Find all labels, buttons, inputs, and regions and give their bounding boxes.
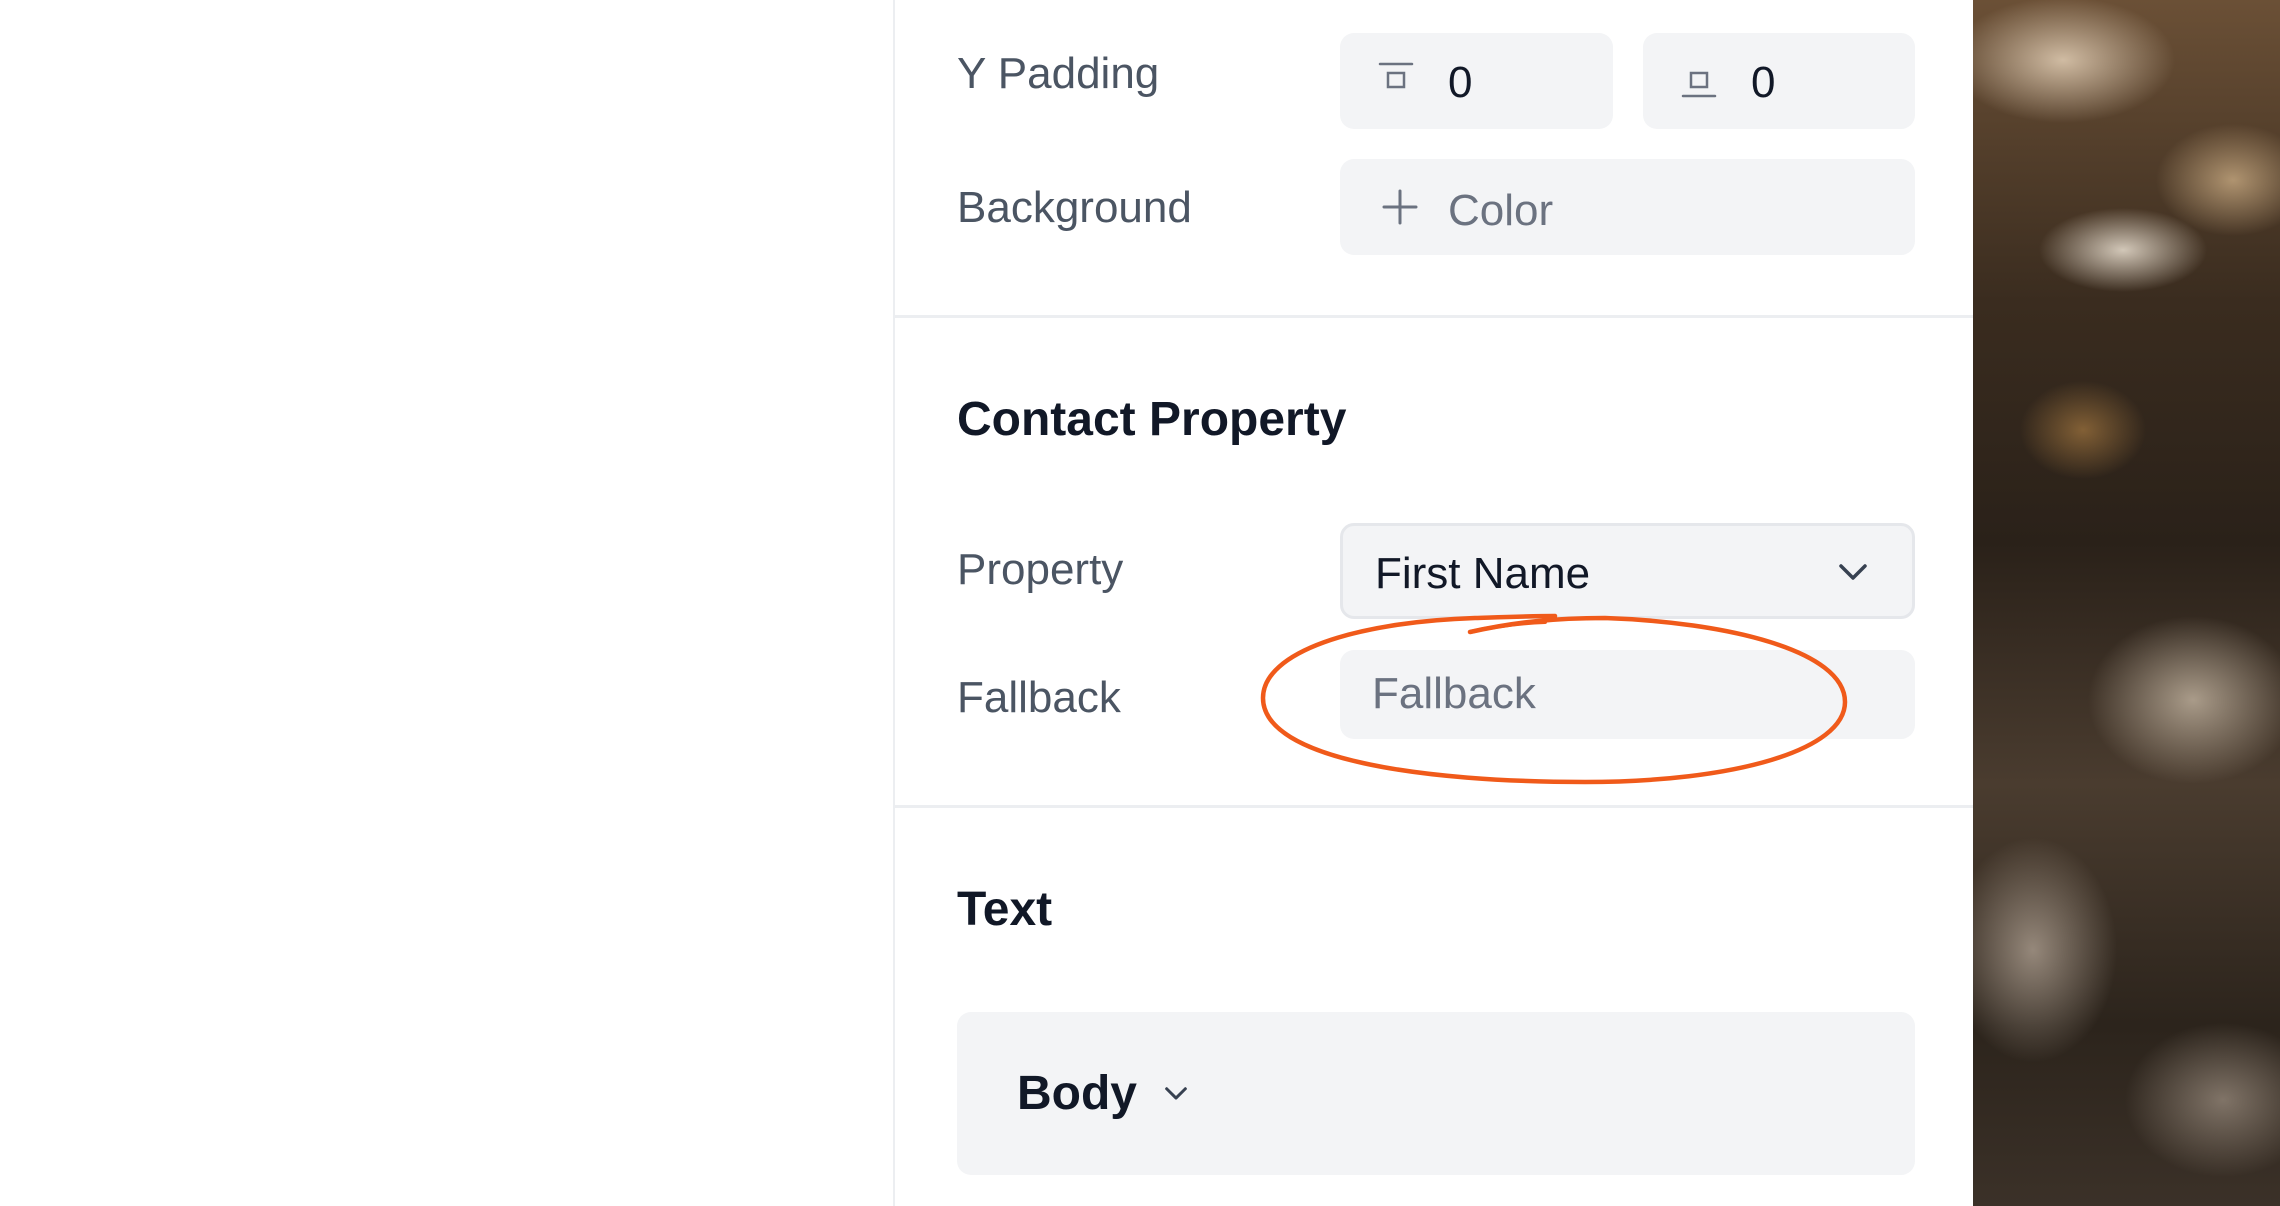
y-padding-label: Y Padding [957,49,1160,98]
property-select[interactable]: First Name [1340,523,1915,619]
chevron-down-icon [1839,564,1867,580]
property-selected-value: First Name [1375,549,1591,598]
properties-panel: Y Padding 0 0 Background Color Contact P… [893,0,1975,1206]
property-label: Property [957,545,1124,594]
fallback-input[interactable]: Fallback [1340,650,1915,739]
text-style-selected: Body [1017,1067,1137,1120]
section-divider [895,315,1975,318]
preview-background-image [1973,0,2280,1206]
background-color-label: Color [1448,186,1554,235]
editor-canvas: Y Padding 0 0 Background Color Contact P… [0,0,2280,1206]
chevron-down-icon [1165,1087,1187,1100]
padding-bottom-icon [1681,71,1717,98]
section-divider [895,805,1975,808]
padding-top-icon [1378,62,1414,89]
background-label: Background [957,183,1192,232]
background-color-button[interactable]: Color [1340,159,1915,255]
text-heading: Text [957,883,1053,936]
y-padding-bottom-value: 0 [1751,58,1776,107]
y-padding-top-input[interactable]: 0 [1340,33,1613,129]
y-padding-top-value: 0 [1448,58,1473,107]
plus-icon [1382,189,1418,225]
fallback-placeholder: Fallback [1372,669,1536,718]
text-style-select[interactable]: Body [957,1012,1915,1175]
contact-property-heading: Contact Property [957,393,1347,446]
fallback-label: Fallback [957,673,1121,722]
y-padding-bottom-input[interactable]: 0 [1643,33,1915,129]
